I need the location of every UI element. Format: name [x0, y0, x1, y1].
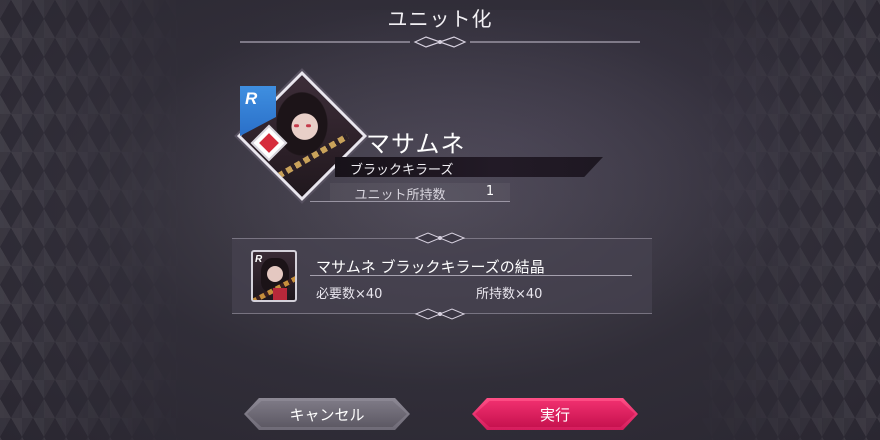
execute-button[interactable]: 実行 [472, 398, 638, 430]
right-triangle-pattern [690, 0, 880, 440]
cancel-button[interactable]: キャンセル [244, 398, 410, 430]
execute-button-label: 実行 [539, 405, 570, 424]
required-count: 必要数×40 [316, 287, 383, 302]
crystal-item-icon: R [251, 250, 297, 302]
rank-r-icon: R [245, 89, 258, 108]
material-name: マサムネ ブラックキラーズの結晶 [316, 258, 545, 276]
owned-material-count: 所持数×40 [476, 287, 543, 302]
material-divider [310, 275, 632, 276]
character-card: R [236, 70, 370, 202]
owned-count-value: 1 [485, 184, 495, 199]
left-triangle-pattern [0, 0, 190, 440]
panel-bottom-ornament [414, 308, 466, 320]
cancel-button-label: キャンセル [289, 405, 365, 424]
owned-count-divider [310, 201, 510, 202]
character-name: マサムネ [366, 130, 466, 158]
screen-title: ユニット化 [387, 7, 493, 31]
crystal-rank-icon: R [255, 254, 263, 265]
character-subtitle: ブラックキラーズ [350, 163, 454, 178]
panel-top-ornament [414, 232, 466, 244]
title-divider [240, 36, 640, 48]
